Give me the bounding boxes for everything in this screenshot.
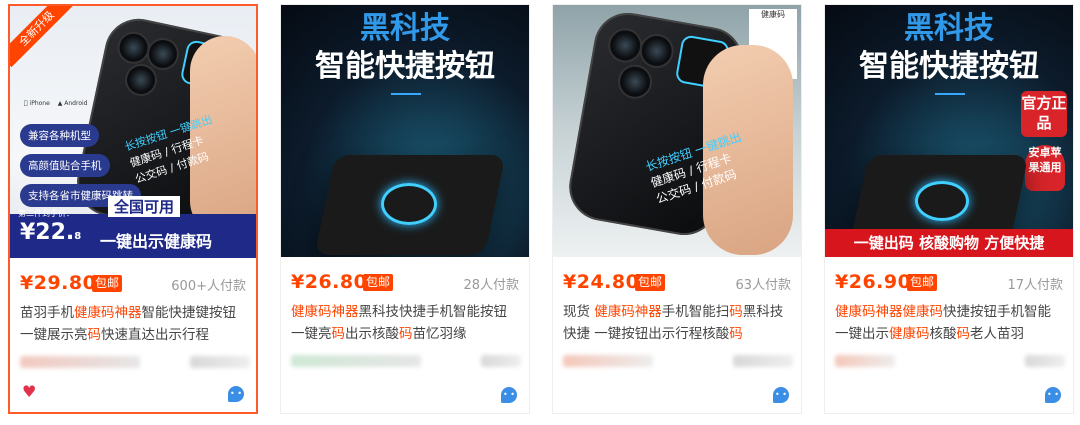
shop-info-blurred — [563, 355, 793, 369]
promo-bar: 第二件到手价： ¥22.8 全国可用 一键出示健康码 — [10, 196, 256, 258]
camera-lens — [636, 31, 677, 71]
title-highlight: 码 — [331, 326, 346, 342]
apple-icon:  — [24, 100, 28, 107]
free-shipping-badge: 包邮 — [92, 275, 123, 292]
title-text: 一键展示亮 — [20, 327, 88, 343]
shortcut-button-graphic — [915, 181, 969, 221]
promo-bottom: 一键出示健康码 — [100, 232, 213, 251]
title-highlight: 健康码神器 — [74, 305, 142, 321]
title-highlight: 健康码神器 — [594, 304, 662, 320]
product-card[interactable]: 长按按钮 一键跳出 健康码 / 行程卡 公交码 / 付款码 全新升级  iPh… — [8, 4, 258, 414]
price: ¥24.80 — [563, 271, 640, 293]
promo-top: 全国可用 — [108, 196, 181, 217]
price-row: ¥24.80 包邮 63人付款 — [563, 271, 791, 295]
title-text: 核酸 — [929, 326, 957, 342]
price-row: ¥26.80 包邮 28人付款 — [291, 271, 519, 295]
title-text: 现货 — [563, 304, 595, 320]
official-seal: 官方正品 — [1021, 91, 1067, 137]
chat-bubble-icon[interactable]: • • — [501, 387, 517, 403]
product-image[interactable]: 黑科技 智能快捷按钮 官方正品 安卓苹果通用 一键出码 核酸购物 方便快捷 — [825, 5, 1073, 257]
product-title[interactable]: 现货 健康码神器手机智能扫码黑科技快捷 一键按钮出示行程核酸码 — [563, 301, 791, 345]
title-highlight: 健康码神器 — [291, 304, 359, 320]
android-icon: ▲ — [58, 100, 63, 107]
chat-bubble-icon[interactable]: • • — [773, 387, 789, 403]
title-text: 一键亮 — [291, 326, 332, 342]
title-text: 苗忆羽缘 — [412, 326, 467, 342]
product-card[interactable]: 黑科技 智能快捷按钮 官方正品 安卓苹果通用 一键出码 核酸购物 方便快捷 ¥2… — [824, 4, 1074, 414]
camera-lens — [615, 62, 655, 102]
title-highlight: 码 — [399, 326, 413, 342]
feature-pill: 高颜值贴合手机 — [20, 154, 110, 177]
title-text: 出示核酸 — [345, 326, 399, 342]
title-text: 黑科技 — [742, 304, 784, 320]
product-title[interactable]: 苗羽手机健康码神器智能快捷键按钮一键展示亮码快速直达出示行程 — [20, 302, 246, 346]
title-text: 一键出示 — [835, 326, 889, 342]
title-highlight: 码 — [729, 326, 743, 342]
free-shipping-badge: 包邮 — [635, 274, 666, 291]
title-text: 快速直达出示行程 — [101, 327, 209, 343]
image-headline: 智能快捷按钮 — [315, 49, 495, 84]
product-card[interactable]: 黑科技 智能快捷按钮 ¥26.80 包邮 28人付款 健康码神器黑科技快捷手机智… — [280, 4, 530, 414]
free-shipping-badge: 包邮 — [363, 274, 394, 291]
product-image[interactable]: 黑科技 智能快捷按钮 — [281, 5, 529, 257]
os-labels:  iPhone ▲ Android — [24, 100, 87, 107]
title-highlight: 健康码 — [889, 326, 930, 342]
price-row: ¥29.80 包邮 600+人付款 — [20, 272, 246, 296]
heart-shop-icon[interactable]: ♥ — [22, 384, 36, 400]
sold-count: 28人付款 — [463, 278, 519, 293]
product-grid: 长按按钮 一键跳出 健康码 / 行程卡 公交码 / 付款码 全新升级  iPh… — [0, 0, 1080, 425]
sold-count: 63人付款 — [735, 278, 791, 293]
shortcut-button-graphic — [381, 183, 437, 225]
shop-info-blurred — [291, 355, 521, 369]
promo-bar: 一键出码 核酸购物 方便快捷 — [825, 229, 1073, 257]
title-text: 黑科技快捷手机智能按钮 — [358, 304, 508, 320]
price: ¥29.80 — [20, 272, 97, 294]
feature-pill: 兼容各种机型 — [20, 124, 99, 147]
divider — [391, 93, 421, 95]
divider — [935, 93, 965, 95]
title-highlight: 健康码神器健康码 — [835, 304, 943, 320]
product-image[interactable]: 健康码 长按按钮 一键跳出 健康码 / 行程卡 公交码 / 付款码 — [553, 5, 801, 257]
title-text: 苗羽手机 — [20, 305, 74, 321]
sold-count: 600+人付款 — [171, 279, 246, 294]
title-highlight: 码 — [87, 327, 102, 343]
product-title[interactable]: 健康码神器健康码快捷按钮手机智能一键出示健康码核酸码老人苗羽 — [835, 301, 1063, 345]
title-highlight: 码 — [956, 326, 971, 342]
second-price: ¥22.8 — [20, 220, 82, 245]
camera-lens — [605, 25, 645, 66]
product-image[interactable]: 长按按钮 一键跳出 健康码 / 行程卡 公交码 / 付款码 全新升级  iPh… — [10, 6, 256, 258]
chat-bubble-icon[interactable]: • • — [1045, 387, 1061, 403]
title-text: 智能快捷键按钮 — [141, 305, 237, 321]
product-card[interactable]: 健康码 长按按钮 一键跳出 健康码 / 行程卡 公交码 / 付款码 ¥24.80… — [552, 4, 802, 414]
title-highlight: 码 — [729, 304, 743, 320]
title-text: 老人苗羽 — [970, 326, 1024, 342]
shop-info-blurred — [835, 355, 1065, 369]
sold-count: 17人付款 — [1007, 278, 1063, 293]
price: ¥26.90 — [835, 271, 912, 293]
price: ¥26.80 — [291, 271, 368, 293]
second-price-label: 第二件到手价： — [18, 209, 74, 218]
free-shipping-badge: 包邮 — [907, 274, 938, 291]
title-text: 快捷 一键按钮出示行程核酸 — [563, 326, 730, 342]
product-title[interactable]: 健康码神器黑科技快捷手机智能按钮一键亮码出示核酸码苗忆羽缘 — [291, 301, 519, 345]
title-text: 手机智能扫 — [661, 304, 730, 320]
compat-seal: 安卓苹果通用 — [1025, 145, 1065, 191]
image-headline: 智能快捷按钮 — [859, 49, 1039, 84]
chat-bubble-icon[interactable]: • • — [228, 386, 244, 402]
title-text: 快捷按钮手机智能 — [943, 304, 1051, 320]
shop-info-blurred — [20, 356, 250, 370]
corner-tag: 全新升级 — [10, 6, 76, 68]
price-row: ¥26.90 包邮 17人付款 — [835, 271, 1063, 295]
